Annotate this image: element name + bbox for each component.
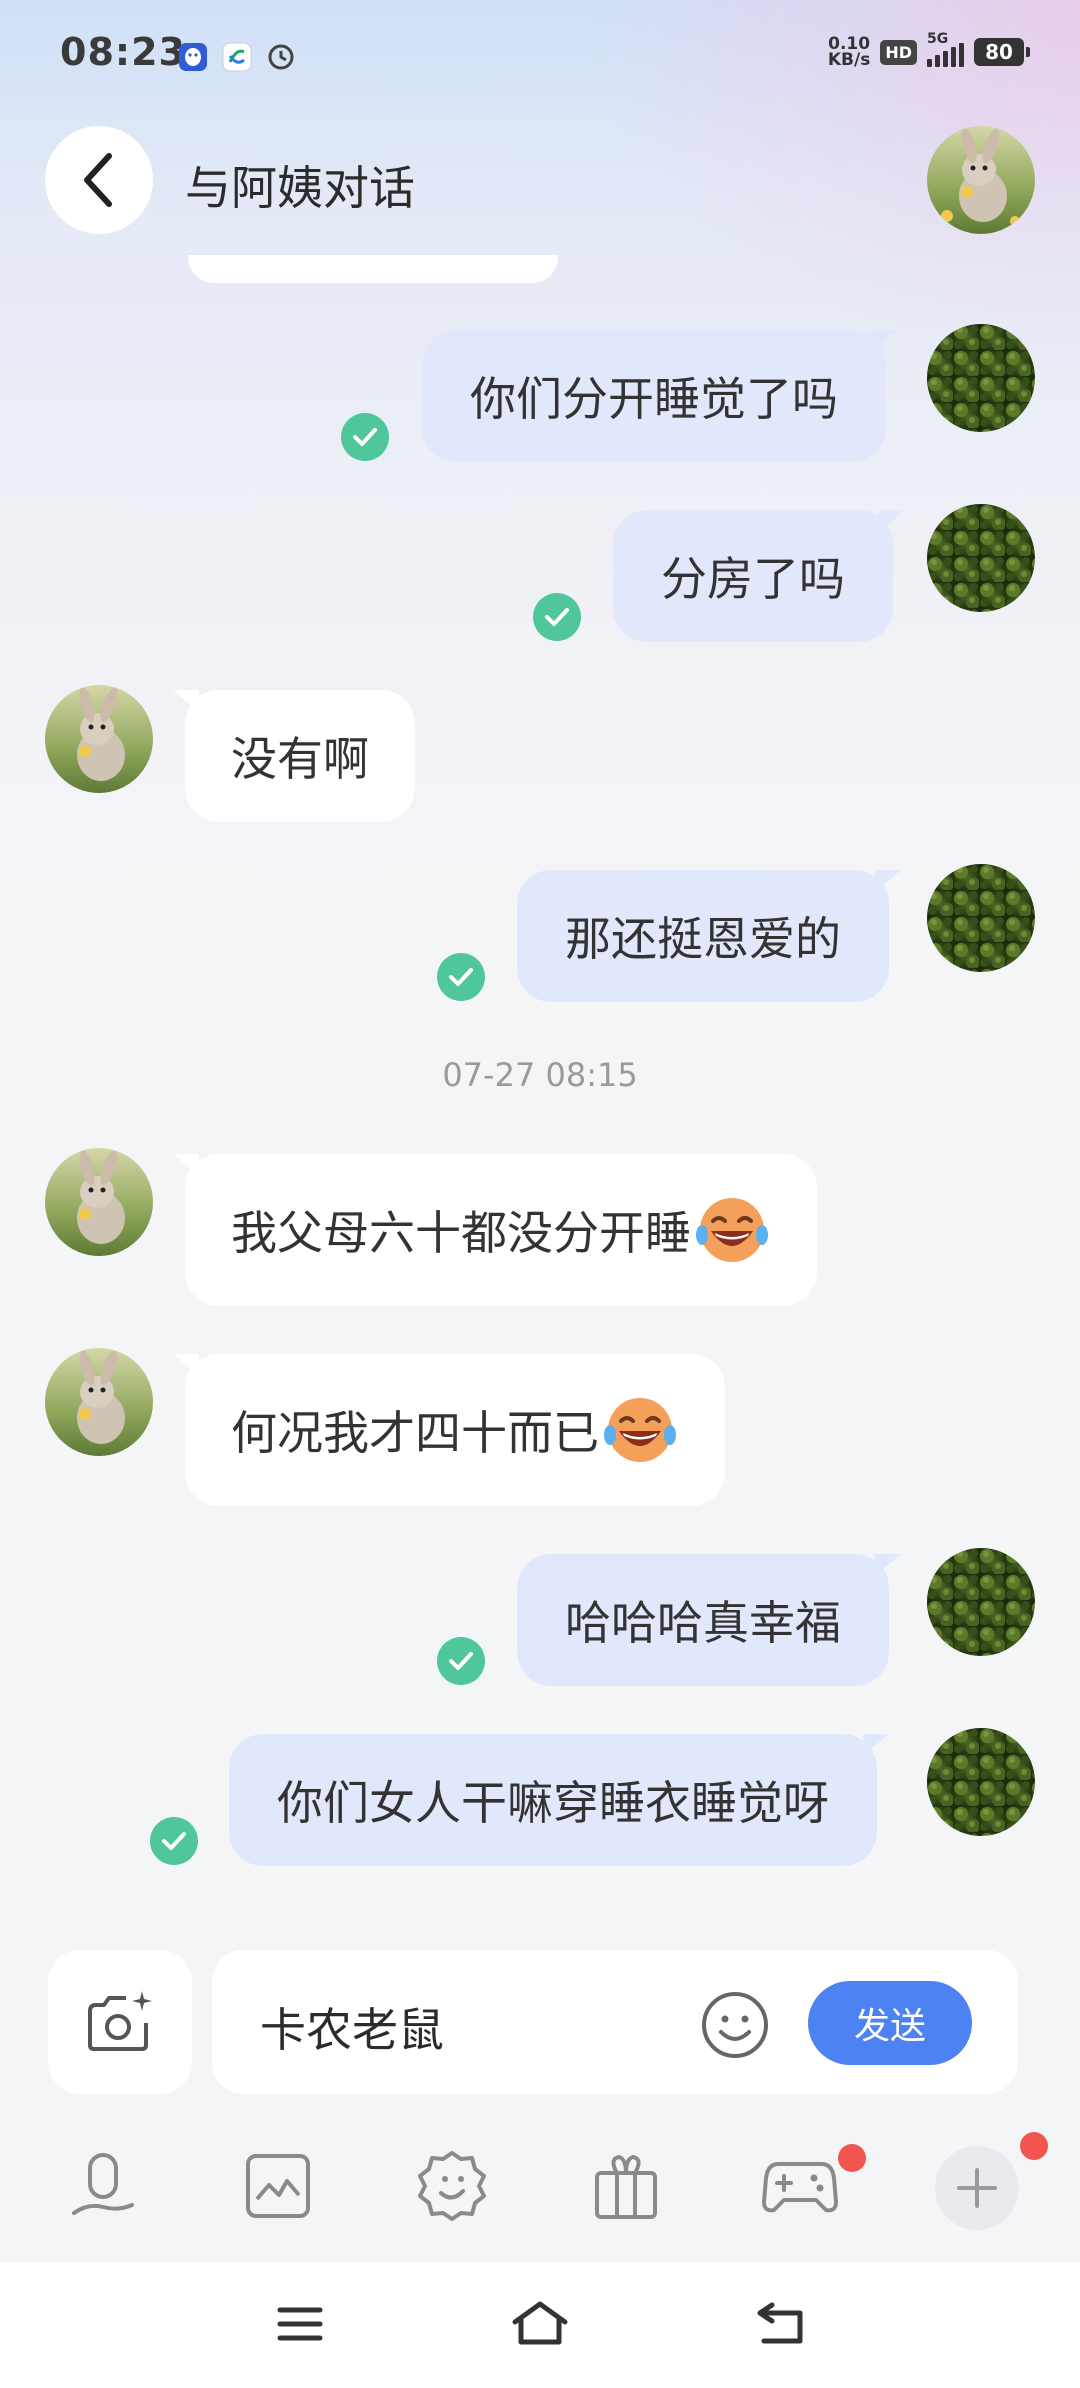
rabbit-avatar-icon <box>45 1348 153 1456</box>
read-check-icon <box>150 1817 198 1865</box>
net-speed-unit: KB/s <box>827 50 871 70</box>
network-type: 5G <box>927 31 949 47</box>
chevron-left-icon <box>84 153 112 207</box>
message-text: 我父母六十都没分开睡 <box>231 1206 691 1260</box>
message-text: 你们分开睡觉了吗 <box>470 372 838 426</box>
rabbit-avatar-icon <box>927 126 1035 234</box>
melon-avatar-icon <box>927 864 1035 972</box>
incoming-message[interactable]: 何况我才四十而已 <box>173 1354 725 1506</box>
system-nav-bar <box>0 2262 1080 2388</box>
read-check-icon <box>437 1637 485 1685</box>
message-input-value[interactable]: 卡农老鼠 <box>260 1994 444 2060</box>
more-button[interactable] <box>935 2146 1019 2230</box>
back-button[interactable] <box>45 126 153 234</box>
message-text: 那还挺恩爱的 <box>565 912 841 966</box>
melon-avatar-icon <box>927 504 1035 612</box>
contact-avatar[interactable] <box>45 1148 153 1256</box>
my-avatar[interactable] <box>927 1548 1035 1656</box>
status-time: 08:23 <box>60 30 186 74</box>
outgoing-message[interactable]: 你们分开睡觉了吗 <box>422 330 898 462</box>
sticker-icon <box>418 2151 486 2221</box>
previous-message-edge <box>188 255 558 283</box>
outgoing-message[interactable]: 哈哈哈真幸福 <box>517 1554 901 1686</box>
qq-icon <box>179 43 207 71</box>
melon-avatar-icon <box>927 324 1035 432</box>
page-title: 与阿姨对话 <box>185 161 415 215</box>
status-bar: 08:23 0.10 KB/s HD 5G 80 <box>0 0 1080 115</box>
hd-badge: HD <box>880 39 917 65</box>
smiley-icon[interactable] <box>700 1990 770 2060</box>
sync-icon <box>268 44 294 70</box>
melon-avatar-icon <box>927 1728 1035 1836</box>
gift-icon <box>595 2154 657 2219</box>
voice-button[interactable] <box>65 2148 141 2224</box>
my-avatar[interactable] <box>927 1728 1035 1836</box>
sticker-button[interactable] <box>414 2148 490 2224</box>
rabbit-avatar-icon <box>45 685 153 793</box>
battery-icon: 80 <box>974 38 1030 66</box>
message-text: 哈哈哈真幸福 <box>565 1596 841 1650</box>
read-check-icon <box>533 593 581 641</box>
game-badge <box>838 2144 866 2172</box>
plus-icon <box>957 2168 997 2208</box>
my-avatar[interactable] <box>927 324 1035 432</box>
more-badge <box>1020 2132 1048 2160</box>
message-text: 你们女人干嘛穿睡衣睡觉呀 <box>277 1776 829 1830</box>
melon-avatar-icon <box>927 1548 1035 1656</box>
back-icon <box>757 2302 803 2344</box>
my-avatar[interactable] <box>927 864 1035 972</box>
game-icon <box>762 2162 838 2213</box>
incoming-message[interactable]: 没有啊 <box>173 690 415 822</box>
contact-avatar[interactable] <box>45 685 153 793</box>
read-check-icon <box>437 953 485 1001</box>
outgoing-message[interactable]: 分房了吗 <box>613 510 905 642</box>
menu-button[interactable] <box>270 2296 330 2352</box>
message-timestamp: 07-27 08:15 <box>442 1056 638 1094</box>
back-nav-button[interactable] <box>750 2296 810 2352</box>
message-text: 何况我才四十而已 <box>231 1406 599 1460</box>
read-check-icon <box>341 413 389 461</box>
image-icon <box>246 2154 310 2218</box>
laugh-cry-emoji-icon <box>696 1198 768 1262</box>
laugh-cry-emoji-icon <box>604 1398 676 1462</box>
contact-avatar[interactable] <box>45 1348 153 1456</box>
message-text: 分房了吗 <box>661 552 845 606</box>
outgoing-message[interactable]: 你们女人干嘛穿睡衣睡觉呀 <box>229 1734 889 1866</box>
net-speed: 0.10 KB/s <box>827 36 871 70</box>
image-button[interactable] <box>240 2148 316 2224</box>
outgoing-message[interactable]: 那还挺恩爱的 <box>517 870 901 1002</box>
contact-avatar[interactable] <box>927 126 1035 234</box>
message-text: 没有啊 <box>231 732 369 786</box>
rabbit-avatar-icon <box>45 1148 153 1256</box>
signal-icon: 5G <box>927 31 964 67</box>
status-indicators: 0.10 KB/s HD 5G 80 <box>827 31 1030 70</box>
home-button[interactable] <box>510 2296 570 2352</box>
camera-button[interactable] <box>48 1950 192 2094</box>
game-button[interactable] <box>762 2148 838 2224</box>
voice-icon <box>72 2153 134 2215</box>
mobile-service-icon <box>222 42 252 72</box>
chat-screen: 08:23 0.10 KB/s HD 5G 80 与阿姨对话 你们分开睡觉了吗 … <box>0 0 1080 2388</box>
gift-button[interactable] <box>588 2148 664 2224</box>
message-input[interactable]: 卡农老鼠 发送 <box>212 1950 1018 2094</box>
incoming-message[interactable]: 我父母六十都没分开睡 <box>173 1154 817 1306</box>
camera-sparkle-icon <box>88 1991 152 2051</box>
my-avatar[interactable] <box>927 504 1035 612</box>
send-button[interactable]: 发送 <box>808 1981 972 2065</box>
home-icon <box>512 2301 568 2345</box>
menu-icon <box>277 2307 323 2341</box>
